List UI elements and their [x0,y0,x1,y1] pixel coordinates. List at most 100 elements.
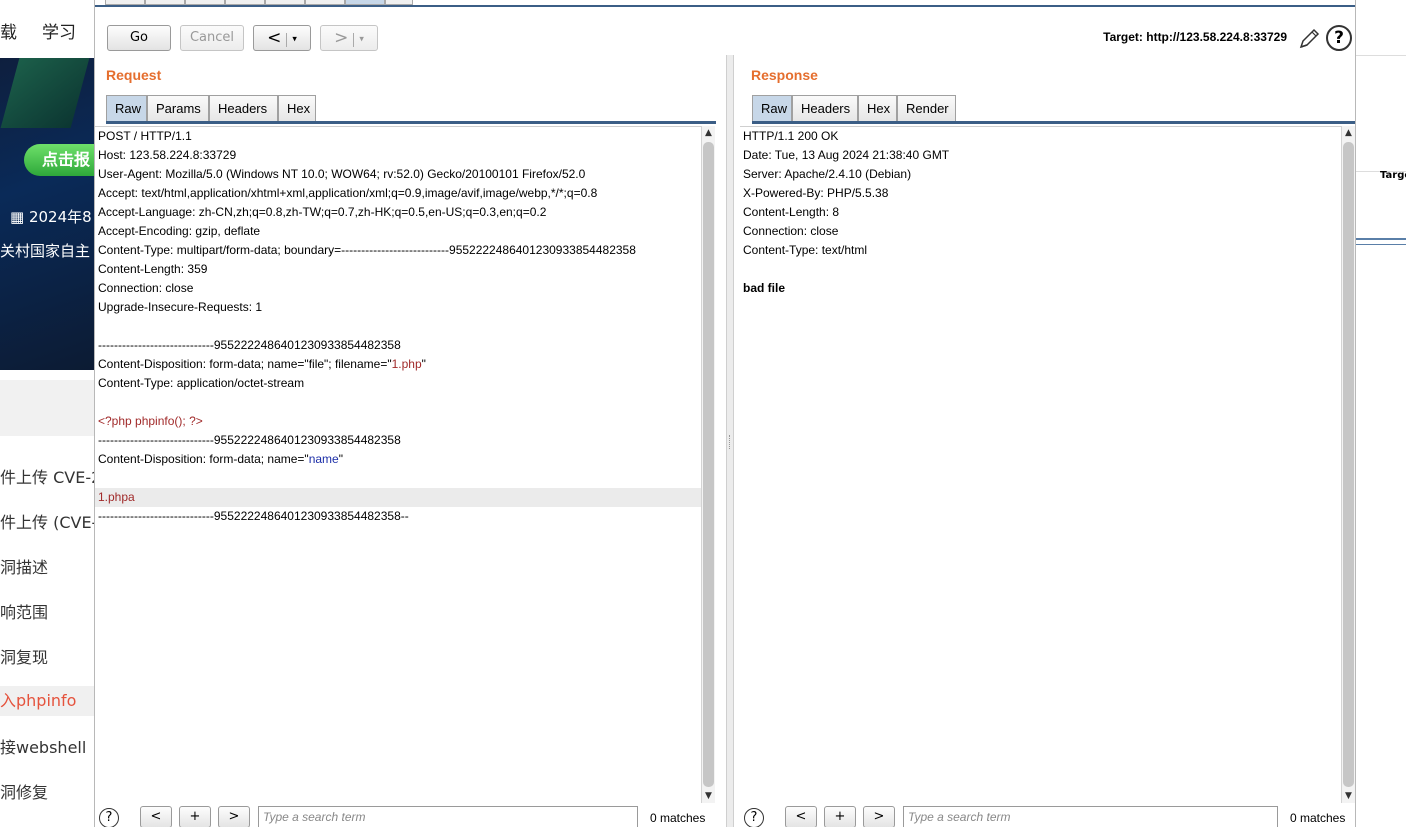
response-tab-render[interactable]: Render [897,95,956,121]
request-line: Content-Length: 359 [98,262,208,276]
request-tab-hex[interactable]: Hex [278,95,316,121]
request-search-add-button[interactable]: + [179,806,211,827]
response-search-add-button[interactable]: + [824,806,856,827]
request-line [95,469,701,488]
response-line: X-Powered-By: PHP/5.5.38 [743,186,889,200]
banner-decoration [0,58,90,128]
response-tab-headers[interactable]: Headers [792,95,858,121]
request-scrollbar[interactable]: ▲ ▼ [701,126,715,803]
toc-item[interactable]: 件上传 CVE-2 [0,464,94,488]
request-title: Request [106,67,162,83]
scroll-thumb[interactable] [1343,142,1354,787]
dropdown-icon: ▾ [292,34,297,45]
response-search-prev-button[interactable]: < [785,806,817,827]
request-line: -----------------------------95522224864… [98,509,409,523]
background-divider-block [0,380,94,436]
response-line: Connection: close [743,224,839,238]
split-pane-divider[interactable] [726,55,734,827]
bg-nav-item[interactable]: 学习 [42,18,76,43]
separator [286,32,288,47]
request-search-input[interactable]: Type a search term [258,806,638,827]
background-webpage: 载 学习 点击报 ▦ 2024年8 关村国家自主 件上传 CVE-2 件上传 (… [0,0,94,827]
request-line: Content-Type: application/octet-stream [98,376,305,390]
response-scrollbar[interactable]: ▲ ▼ [1341,126,1355,803]
forward-button[interactable]: > ▾ [320,25,378,51]
request-line: -----------------------------95522224864… [98,433,401,447]
banner-date-text: 2024年8 [28,208,92,226]
filename-value: 1.php [391,357,422,371]
request-line: Upgrade-Insecure-Requests: 1 [98,300,263,314]
scroll-thumb[interactable] [703,142,714,787]
request-line: Host: 123.58.224.8:33729 [98,148,237,162]
scroll-down-icon[interactable]: ▼ [702,789,715,803]
background-window-right: Targe [1356,0,1406,827]
request-line-php-code: <?php phpinfo(); ?> [98,414,203,428]
response-line: Date: Tue, 13 Aug 2024 21:38:40 GMT [743,148,950,162]
toc-item[interactable]: 洞复现 [0,644,48,668]
background-panel [1356,55,1406,172]
cancel-button[interactable]: Cancel [180,25,244,51]
divider-grip [729,435,732,449]
forward-arrow-icon: > [334,28,349,48]
response-tab-raw[interactable]: Raw [752,95,792,121]
background-banner: 点击报 ▦ 2024年8 关村国家自主 [0,58,94,370]
request-line-disposition-file: Content-Disposition: form-data; name="fi… [95,355,701,374]
background-nav: 载 学习 [0,0,94,58]
toc-item-active[interactable]: 入phpinfo [0,686,94,716]
response-line: HTTP/1.1 200 OK [743,129,839,143]
request-line: Content-Type: multipart/form-data; bound… [98,243,636,257]
dropdown-icon: ▾ [359,34,364,45]
request-search-help-icon[interactable]: ? [99,808,119,827]
background-divider [1356,238,1406,245]
response-search-input[interactable]: Type a search term [903,806,1278,827]
request-line [95,393,701,412]
request-tab-headers[interactable]: Headers [209,95,278,121]
request-line: Accept-Language: zh-CN,zh;q=0.8,zh-TW;q=… [98,205,547,219]
scroll-up-icon[interactable]: ▲ [702,126,715,140]
name-value: name [308,452,339,466]
quote: " [338,452,343,466]
request-editor[interactable]: POST / HTTP/1.1 Host: 123.58.224.8:33729… [95,126,701,803]
back-arrow-icon: < [267,28,282,48]
request-search-next-button[interactable]: > [218,806,250,827]
banner-cta-button[interactable]: 点击报 [24,144,94,176]
scroll-down-icon[interactable]: ▼ [1342,789,1355,803]
request-line: Accept-Encoding: gzip, deflate [98,224,261,238]
disposition-prefix: Content-Disposition: form-data; name="fi… [98,357,392,371]
pencil-icon[interactable] [1297,27,1321,51]
request-line-disposition-name: Content-Disposition: form-data; name="na… [95,450,701,469]
request-line [95,317,701,336]
response-line: Server: Apache/2.4.10 (Debian) [743,167,912,181]
toc-item[interactable]: 接webshell [0,734,86,758]
scroll-up-icon[interactable]: ▲ [1342,126,1355,140]
response-search-help-icon[interactable]: ? [744,808,764,827]
toc-item[interactable]: 洞描述 [0,554,48,578]
quote: " [421,357,426,371]
banner-subtitle: 关村国家自主 [0,242,91,260]
tab-strip-line [95,5,1355,7]
help-icon[interactable]: ? [1326,25,1352,51]
background-target-label: Targe [1380,170,1406,181]
request-line: -----------------------------95522224864… [98,338,401,352]
response-search-next-button[interactable]: > [863,806,895,827]
calendar-icon: ▦ [10,208,29,226]
back-button[interactable]: < ▾ [253,25,311,51]
request-tab-underline [106,121,716,124]
toc-item[interactable]: 响范围 [0,599,48,623]
repeater-window: Go Cancel < ▾ > ▾ Target: http://123.58.22… [94,0,1356,827]
toc-item[interactable]: 件上传 (CVE- [0,509,94,533]
response-line [740,260,1341,279]
go-button[interactable]: Go [107,25,171,51]
response-editor[interactable]: HTTP/1.1 200 OK Date: Tue, 13 Aug 2024 2… [740,126,1341,803]
response-title: Response [751,67,818,83]
response-tab-hex[interactable]: Hex [858,95,897,121]
target-label: Target: http://123.58.224.8:33729 [1103,30,1287,44]
bg-nav-item[interactable]: 载 [0,18,17,43]
disposition-prefix: Content-Disposition: form-data; name=" [98,452,309,466]
request-matches-count: 0 matches [650,811,706,825]
toc-item[interactable]: 洞修复 [0,779,48,803]
response-body: bad file [743,281,786,295]
request-tab-raw[interactable]: Raw [106,95,147,121]
request-tab-params[interactable]: Params [147,95,209,121]
request-search-prev-button[interactable]: < [140,806,172,827]
